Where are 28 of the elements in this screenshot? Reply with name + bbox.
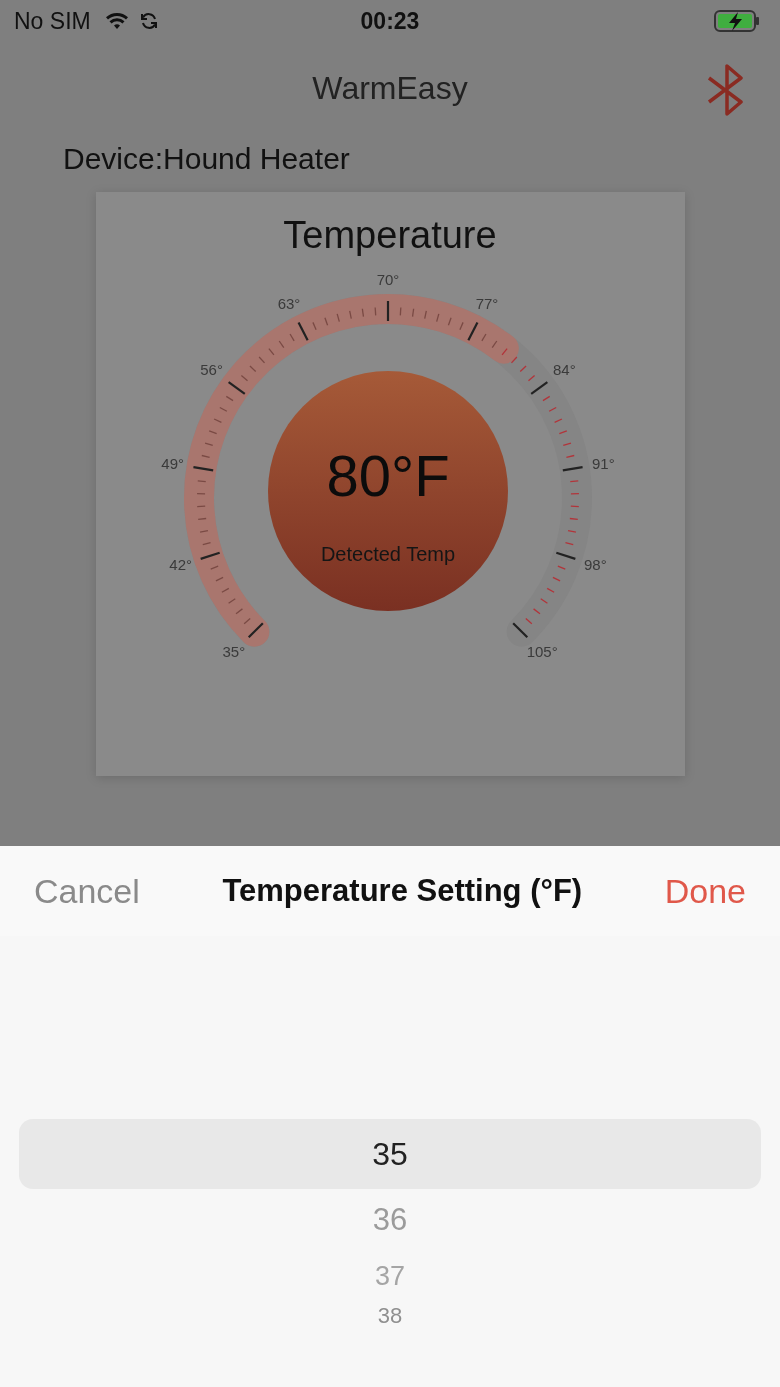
scale-label: 56°: [199, 360, 223, 378]
scale-label: 105°: [526, 643, 558, 661]
wifi-icon: [104, 12, 129, 30]
done-button[interactable]: Done: [664, 871, 746, 911]
scale-label: 70°: [376, 271, 399, 288]
picker-option[interactable]: 36: [19, 1189, 761, 1251]
picker-option[interactable]: 35: [19, 1119, 761, 1189]
sync-icon: [138, 11, 159, 31]
scale-label: 49°: [160, 454, 184, 472]
app-title: WarmEasy: [312, 69, 468, 107]
scale-label: 84°: [552, 360, 576, 378]
status-time: 00:23: [359, 7, 421, 35]
reading-caption: Detected Temp: [320, 543, 455, 565]
scale-label: 35°: [222, 643, 245, 661]
battery-charging-icon: [714, 9, 760, 33]
cancel-button[interactable]: Cancel: [34, 871, 140, 911]
sheet-title: Temperature Setting (°F): [222, 873, 583, 909]
picker-option[interactable]: 38: [19, 1301, 761, 1331]
scale-label: 91°: [591, 454, 615, 472]
gauge-title: Temperature: [283, 214, 497, 258]
device-label: Device:Hound Heater: [62, 141, 351, 177]
scale-label: 77°: [475, 294, 498, 312]
picker-option[interactable]: 37: [19, 1251, 761, 1301]
scale-label: 98°: [583, 556, 607, 574]
scale-label: 63°: [277, 294, 300, 312]
carrier-text: No SIM: [14, 7, 91, 35]
scale-label: 42°: [168, 556, 192, 574]
temperature-reading: 80°F: [325, 443, 450, 508]
